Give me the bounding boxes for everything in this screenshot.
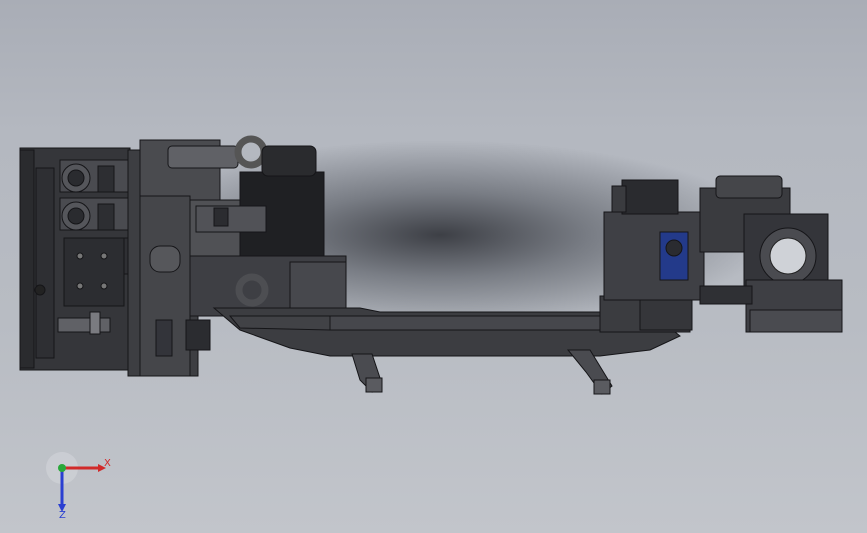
beam-brackets	[351, 349, 613, 395]
cad-viewport[interactable]: X Z	[0, 0, 867, 533]
left-base-assembly	[19, 147, 145, 371]
orientation-triad: X Z	[46, 452, 111, 520]
z-axis-label: Z	[59, 510, 66, 520]
y-axis-dot	[58, 464, 66, 472]
x-axis-label: X	[104, 458, 111, 469]
robot-arm-model[interactable]	[0, 0, 867, 533]
